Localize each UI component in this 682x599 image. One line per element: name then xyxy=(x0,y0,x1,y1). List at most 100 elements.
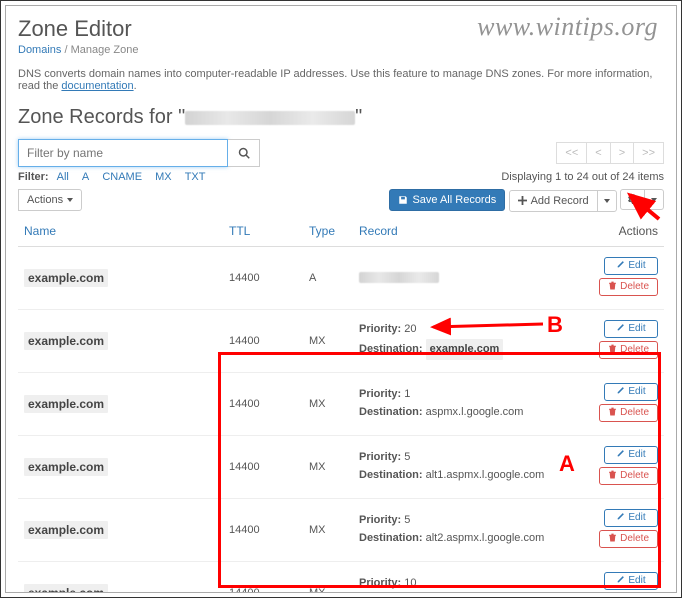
search-button[interactable] xyxy=(228,139,260,167)
record-name: example.com xyxy=(24,269,108,287)
record-ttl: 14400 xyxy=(223,561,303,593)
zone-heading: Zone Records for " " xyxy=(18,106,664,129)
settings-dropdown-button[interactable] xyxy=(644,189,664,210)
record-type: MX xyxy=(303,309,353,372)
record-name: example.com xyxy=(24,521,108,539)
filter-txt-link[interactable]: TXT xyxy=(185,171,206,183)
record-name: example.com xyxy=(24,332,108,350)
zone-heading-prefix: Zone Records for " xyxy=(18,106,185,128)
caret-down-icon xyxy=(604,199,610,203)
edit-button[interactable]: Edit xyxy=(604,320,658,338)
col-header-name[interactable]: Name xyxy=(18,218,223,247)
add-record-dropdown-button[interactable] xyxy=(597,190,617,212)
record-destination: example.com xyxy=(426,339,504,361)
record-name: example.com xyxy=(24,584,108,594)
col-header-type[interactable]: Type xyxy=(303,218,353,247)
actions-dropdown-button[interactable]: Actions xyxy=(18,189,82,211)
priority-label: Priority: xyxy=(359,577,401,589)
record-priority: 10 xyxy=(404,577,416,589)
intro-text: DNS converts domain names into computer-… xyxy=(18,68,664,92)
zone-domain-blurred xyxy=(185,111,355,125)
priority-label: Priority: xyxy=(359,514,401,526)
filter-all-link[interactable]: All xyxy=(57,171,69,183)
plus-icon xyxy=(518,196,527,205)
record-name: example.com xyxy=(24,395,108,413)
record-type: MX xyxy=(303,561,353,593)
filter-input-group xyxy=(18,139,260,167)
record-destination: alt1.aspmx.l.google.com xyxy=(426,469,545,481)
table-row: example.com 14400MX Priority: 5 Destination… xyxy=(18,435,664,498)
caret-down-icon xyxy=(67,198,73,202)
edit-button[interactable]: Edit xyxy=(604,446,658,464)
edit-button[interactable]: Edit xyxy=(604,572,658,590)
save-icon xyxy=(398,195,408,205)
record-destination: alt2.aspmx.l.google.com xyxy=(426,532,545,544)
pager-next-button[interactable]: > xyxy=(610,142,634,164)
pager-last-button[interactable]: >> xyxy=(633,142,664,164)
table-row: example.com 14400A Edit Delete xyxy=(18,246,664,309)
breadcrumb: Domains / Manage Zone xyxy=(18,44,664,56)
record-ttl: 14400 xyxy=(223,435,303,498)
pencil-icon xyxy=(616,575,625,587)
filter-a-link[interactable]: A xyxy=(82,171,89,183)
trash-icon xyxy=(608,344,617,356)
zone-records-table: Name TTL Type Record Actions example.com… xyxy=(18,218,664,594)
record-name: example.com xyxy=(24,458,108,476)
delete-label: Delete xyxy=(620,407,649,418)
col-header-actions: Actions xyxy=(588,218,664,247)
documentation-link[interactable]: documentation xyxy=(61,80,133,92)
delete-button[interactable]: Delete xyxy=(599,467,658,485)
edit-button[interactable]: Edit xyxy=(604,383,658,401)
record-ttl: 14400 xyxy=(223,246,303,309)
pagination: << < > >> xyxy=(557,142,664,164)
filter-cname-link[interactable]: CNAME xyxy=(102,171,142,183)
destination-label: Destination: xyxy=(359,469,423,481)
display-count: Displaying 1 to 24 out of 24 items xyxy=(501,171,664,183)
edit-label: Edit xyxy=(628,449,645,460)
priority-label: Priority: xyxy=(359,451,401,463)
save-all-records-button[interactable]: Save All Records xyxy=(389,189,505,211)
pager-prev-button[interactable]: < xyxy=(586,142,610,164)
filter-label: Filter: xyxy=(18,171,49,183)
delete-button[interactable]: Delete xyxy=(599,404,658,422)
add-record-button[interactable]: Add Record xyxy=(509,190,598,212)
delete-label: Delete xyxy=(620,281,649,292)
record-type: A xyxy=(303,246,353,309)
record-value-blurred xyxy=(359,272,439,283)
record-priority: 20 xyxy=(404,323,416,335)
delete-button[interactable]: Delete xyxy=(599,278,658,296)
filter-name-input[interactable] xyxy=(18,139,228,167)
edit-label: Edit xyxy=(628,323,645,334)
record-destination: aspmx.l.google.com xyxy=(426,406,524,418)
record-priority: 5 xyxy=(404,451,410,463)
search-icon xyxy=(238,147,250,159)
col-header-record[interactable]: Record xyxy=(353,218,588,247)
edit-button[interactable]: Edit xyxy=(604,509,658,527)
table-row: example.com14400MXPriority: 10Destinatio… xyxy=(18,561,664,593)
record-type: MX xyxy=(303,435,353,498)
destination-label: Destination: xyxy=(359,343,423,355)
record-ttl: 14400 xyxy=(223,372,303,435)
delete-button[interactable]: Delete xyxy=(599,593,658,594)
priority-label: Priority: xyxy=(359,323,401,335)
edit-button[interactable]: Edit xyxy=(604,257,658,275)
settings-gear-button[interactable] xyxy=(620,189,645,210)
trash-icon xyxy=(608,470,617,482)
table-row: example.com14400MXPriority: 1Destination… xyxy=(18,372,664,435)
col-header-ttl[interactable]: TTL xyxy=(223,218,303,247)
table-row: example.com14400MXPriority: 5Destination… xyxy=(18,498,664,561)
zone-heading-suffix: " xyxy=(355,106,362,128)
filter-mx-link[interactable]: MX xyxy=(155,171,172,183)
pager-first-button[interactable]: << xyxy=(556,142,587,164)
trash-icon xyxy=(608,533,617,545)
breadcrumb-current: Manage Zone xyxy=(71,44,139,56)
watermark: www.wintips.org xyxy=(477,12,658,42)
trash-icon xyxy=(608,407,617,419)
delete-button[interactable]: Delete xyxy=(599,341,658,359)
edit-label: Edit xyxy=(628,575,645,586)
delete-button[interactable]: Delete xyxy=(599,530,658,548)
record-priority: 5 xyxy=(404,514,410,526)
edit-label: Edit xyxy=(628,512,645,523)
breadcrumb-domains-link[interactable]: Domains xyxy=(18,44,61,56)
trash-icon xyxy=(608,281,617,293)
